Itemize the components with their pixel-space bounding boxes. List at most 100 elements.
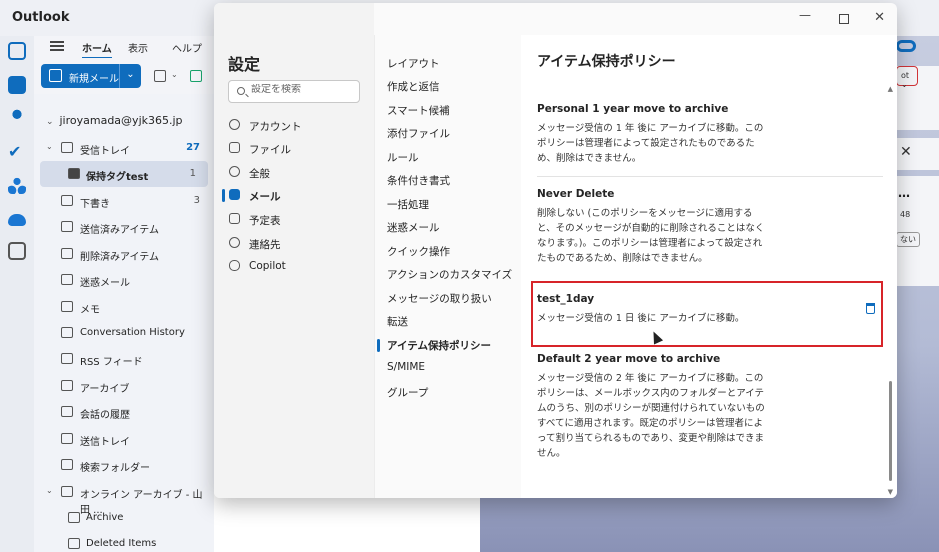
folder-online-archive[interactable]: ⌄ オンライン アーカイブ - 山田 ...	[34, 479, 212, 516]
subnav-compose-reply[interactable]: 作成と返信	[377, 75, 517, 97]
category-account[interactable]: アカウント	[222, 114, 366, 136]
subnav-rules[interactable]: ルール	[377, 146, 517, 168]
category-general[interactable]: 全般	[222, 161, 366, 183]
small-button[interactable]: ない	[896, 232, 920, 247]
new-mail-button[interactable]: 新規メール ⌄	[41, 64, 141, 88]
policy-item-highlighted[interactable]: test_1day メッセージ受信の 1 日 後に アーカイブに移動。	[531, 281, 883, 347]
hamburger-menu-icon[interactable]	[50, 41, 64, 51]
folder-online-archive-archive[interactable]: Archive	[34, 505, 212, 531]
subnav-junk-email[interactable]: 迷惑メール	[377, 216, 517, 238]
subnav-sweep[interactable]: 一括処理	[377, 193, 517, 215]
folder-online-archive-deleted[interactable]: Deleted Items	[34, 531, 212, 552]
folder-conversation-log[interactable]: 会話の履歴	[34, 399, 212, 425]
maximize-icon[interactable]	[839, 14, 849, 24]
delete-icon[interactable]	[154, 70, 166, 82]
folder-archive[interactable]: アーカイブ	[34, 373, 212, 399]
subnav-label: クイック操作	[387, 246, 450, 258]
category-contacts[interactable]: 連絡先	[222, 232, 366, 254]
people-icon	[229, 237, 240, 248]
people-app-icon[interactable]	[8, 108, 26, 126]
category-calendar[interactable]: 予定表	[222, 208, 366, 230]
folder-label: 会話の履歴	[80, 410, 130, 421]
new-mail-dropdown[interactable]: ⌄	[119, 64, 141, 88]
folder-label: 下書き	[80, 199, 110, 210]
subnav-forwarding[interactable]: 転送	[377, 310, 517, 332]
more-apps-icon[interactable]	[8, 242, 26, 260]
subnav-layout[interactable]: レイアウト	[377, 52, 517, 74]
scrollbar[interactable]	[889, 381, 892, 481]
tab-view[interactable]: 表示	[128, 40, 148, 55]
folder-conversation-history[interactable]: Conversation History	[34, 320, 212, 346]
subnav-groups[interactable]: グループ	[377, 381, 517, 403]
folder-icon	[61, 327, 73, 338]
subnav-customize-actions[interactable]: アクションのカスタマイズ	[377, 263, 517, 285]
reading-card	[890, 138, 939, 170]
subnav-conditional-formatting[interactable]: 条件付き書式	[377, 169, 517, 191]
folder-inbox[interactable]: ⌄ 受信トレイ 27	[34, 135, 212, 161]
search-folder-icon	[61, 459, 73, 470]
folder-outbox[interactable]: 送信トレイ	[34, 426, 212, 452]
options-button[interactable]: ot ⌄	[896, 66, 918, 89]
policy-item[interactable]: Default 2 year move to archive メッセージ受信の …	[531, 353, 883, 463]
category-label: ファイル	[249, 144, 291, 156]
folder-icon	[68, 538, 80, 549]
subnav-smart-suggestions[interactable]: スマート候補	[377, 99, 517, 121]
subnav-attachments[interactable]: 添付ファイル	[377, 122, 517, 144]
subnav-retention-policies[interactable]: アイテム保持ポリシー	[377, 334, 517, 356]
org-explorer-icon[interactable]	[8, 176, 26, 194]
category-files[interactable]: ファイル	[222, 137, 366, 159]
folder-notes[interactable]: メモ	[34, 294, 212, 320]
mail-app-icon[interactable]	[8, 42, 26, 60]
folder-retention-tag-test[interactable]: 保持タグtest 1	[40, 161, 208, 187]
policy-description: メッセージ受信の 1 日 後に アーカイブに移動。	[537, 313, 745, 324]
folder-label: 受信トレイ	[80, 146, 130, 157]
folder-rss[interactable]: RSS フィード	[34, 346, 212, 372]
folder-icon	[68, 512, 80, 523]
category-label: 全般	[249, 168, 270, 180]
folder-label: アーカイブ	[80, 384, 130, 395]
subnav-smime[interactable]: S/MIME	[377, 357, 517, 379]
more-options-icon[interactable]: …	[898, 186, 910, 200]
onedrive-icon[interactable]	[8, 214, 26, 226]
subnav-label: アイテム保持ポリシー	[387, 340, 491, 352]
scroll-up-icon[interactable]: ▲	[888, 85, 893, 93]
toggle-icon[interactable]	[896, 40, 916, 52]
folder-sent[interactable]: 送信済みアイテム	[34, 214, 212, 240]
tab-help[interactable]: ヘルプ	[172, 40, 202, 55]
archive-icon	[61, 486, 73, 497]
policy-item[interactable]: Personal 1 year move to archive メッセージ受信の…	[531, 103, 883, 173]
archive-icon[interactable]	[190, 70, 202, 82]
folder-deleted[interactable]: 削除済みアイテム	[34, 241, 212, 267]
chevron-down-icon: ⌄	[46, 486, 53, 495]
folder-search-folders[interactable]: 検索フォルダー	[34, 452, 212, 478]
chevron-down-icon[interactable]: ⌄	[171, 70, 178, 79]
close-icon[interactable]: ✕	[874, 10, 885, 25]
account-header[interactable]: ⌄ jiroyamada@yjk365.jp	[46, 114, 183, 127]
subnav-message-handling[interactable]: メッセージの取り扱い	[377, 287, 517, 309]
settings-search[interactable]	[228, 80, 360, 103]
folder-label: 送信トレイ	[80, 437, 130, 448]
delete-policy-icon[interactable]	[866, 303, 875, 314]
calendar-app-icon[interactable]	[8, 76, 26, 94]
todo-app-icon[interactable]: ✔	[8, 142, 26, 161]
category-mail[interactable]: メール	[222, 184, 366, 206]
policy-description: メッセージ受信の 2 年 後に アーカイブに移動。このポリシーは、メールボックス…	[537, 373, 765, 459]
policy-item[interactable]: Never Delete 削除しない (このポリシーをメッセージに適用すると、そ…	[531, 188, 883, 278]
attach-icon	[229, 142, 240, 153]
calendar-icon	[229, 213, 240, 224]
policy-name: Personal 1 year move to archive	[537, 103, 729, 115]
folder-drafts[interactable]: 下書き 3	[34, 188, 212, 214]
tab-home[interactable]: ホーム	[82, 40, 112, 59]
account-email: jiroyamada@yjk365.jp	[59, 114, 183, 127]
retention-policy-content: アイテム保持ポリシー ▲ Personal 1 year move to arc…	[521, 35, 897, 498]
subnav-label: 条件付き書式	[387, 175, 450, 187]
minimize-icon[interactable]: —	[799, 8, 811, 22]
category-copilot[interactable]: Copilot	[222, 255, 366, 277]
compose-icon	[49, 69, 62, 82]
close-icon[interactable]: ✕	[900, 144, 912, 160]
subnav-quick-steps[interactable]: クイック操作	[377, 240, 517, 262]
scroll-down-icon[interactable]: ▼	[888, 488, 893, 496]
folder-label: メモ	[80, 305, 100, 316]
settings-search-input[interactable]	[251, 84, 357, 95]
folder-junk[interactable]: 迷惑メール	[34, 267, 212, 293]
